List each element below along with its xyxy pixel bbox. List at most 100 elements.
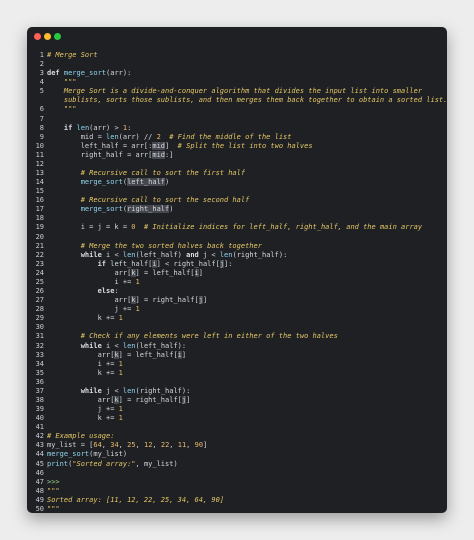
- keyword: else: [97, 287, 115, 296]
- index-highlight: left_half: [127, 178, 166, 187]
- code-line: 34 i += 1: [27, 360, 447, 369]
- keyword: while: [80, 341, 102, 350]
- code-line: 24 arr[k] = left_half[i]: [27, 268, 447, 278]
- line-number: 46: [35, 468, 44, 477]
- line-number: 26: [35, 287, 44, 296]
- code-text: , my_list): [135, 459, 178, 468]
- line-number: 24: [35, 268, 44, 277]
- code-line: sublists, sorts those sublists, and then…: [27, 96, 447, 105]
- line-number: 20: [35, 232, 44, 241]
- index-highlight: mid: [152, 141, 166, 150]
- code-text: ,: [186, 441, 195, 450]
- line-number: 14: [35, 178, 44, 187]
- code-line: 39 j += 1: [27, 405, 447, 414]
- code-text: ] = right_half[: [118, 395, 182, 404]
- function-name: merge_sort: [63, 69, 107, 78]
- code-editor[interactable]: 1 # Merge Sort 2 3 def merge_sort(arr): 4 …: [27, 51, 447, 513]
- line-number: 30: [35, 323, 44, 332]
- line-number: 42: [35, 432, 44, 441]
- number-literal: 1: [118, 368, 123, 377]
- code-line: 16 # Recursive call to sort the second h…: [27, 196, 447, 205]
- prompt-marker: >>>: [47, 477, 60, 486]
- code-line: 32 while i < len(left_half):: [27, 342, 447, 351]
- code-line: 1 # Merge Sort: [27, 51, 447, 60]
- code-line: 7: [27, 115, 447, 124]
- line-number: 50: [35, 504, 44, 513]
- code-text: j <: [101, 386, 123, 395]
- line-number: 9: [39, 132, 44, 141]
- line-number: 15: [35, 187, 44, 196]
- line-number: 39: [35, 405, 44, 414]
- builtin-function: len: [122, 341, 136, 350]
- line-number: 29: [35, 314, 44, 323]
- builtin-function: len: [122, 250, 136, 259]
- line-number: 17: [35, 205, 44, 214]
- maximize-window-button[interactable]: [54, 33, 61, 40]
- line-number: 22: [35, 250, 44, 259]
- keyword: def: [47, 69, 60, 78]
- docstring-text: sublists, sorts those sublists, and then…: [63, 96, 447, 105]
- index-highlight: mid: [152, 150, 166, 159]
- keyword: if: [63, 123, 73, 132]
- minimize-window-button[interactable]: [44, 33, 51, 40]
- number-literal: 64: [93, 441, 102, 450]
- code-line: 5 Merge Sort is a divide-and-conquer alg…: [27, 87, 447, 96]
- code-line: 38 arr[k] = right_half[j]: [27, 395, 447, 405]
- line-number: 10: [35, 141, 44, 150]
- line-number: 11: [35, 150, 44, 159]
- keyword: while: [80, 250, 102, 259]
- code-text: left_half[: [106, 259, 153, 268]
- code-text: arr: [93, 123, 107, 132]
- code-text: ): [169, 205, 174, 214]
- code-line: 31 # Check if any elements were left in …: [27, 332, 447, 341]
- code-text: right_half = arr[: [80, 150, 153, 159]
- code-line: 35 k += 1: [27, 369, 447, 378]
- code-line: 18: [27, 214, 447, 223]
- code-line: 43 my_list = [64, 34, 25, 12, 22, 11, 90]: [27, 441, 447, 450]
- line-number: 2: [39, 60, 44, 69]
- code-text: ] = right_half[: [135, 296, 199, 305]
- number-literal: 11: [177, 441, 187, 450]
- code-line: 15: [27, 187, 447, 196]
- code-line: 29 k += 1: [27, 314, 447, 323]
- builtin-function: print: [47, 459, 69, 468]
- code-text: (left_half):: [135, 341, 187, 350]
- code-text: k +=: [97, 414, 119, 423]
- line-number: 49: [35, 495, 44, 504]
- keyword: and: [186, 250, 199, 259]
- code-line: 19 i = j = k = 0 # Initialize indices fo…: [27, 223, 447, 232]
- keyword: if: [97, 259, 107, 268]
- line-number: 23: [35, 259, 44, 268]
- code-text: ,: [118, 441, 128, 450]
- code-text: :]: [165, 150, 174, 159]
- number-literal: 1: [135, 305, 140, 314]
- code-line: 42 # Example usage:: [27, 432, 447, 441]
- code-line: 46: [27, 469, 447, 478]
- code-line: 37 while j < len(right_half):: [27, 387, 447, 396]
- line-number: 28: [35, 305, 44, 314]
- code-line: 50 """: [27, 505, 447, 513]
- code-text: ]: [186, 395, 191, 404]
- code-line: 10 left_half = arr[:mid] # Split the lis…: [27, 141, 447, 151]
- code-line: 9 mid = len(arr) // 2 # Find the middle …: [27, 133, 447, 142]
- code-text: arr[: [114, 268, 132, 277]
- close-window-button[interactable]: [34, 33, 41, 40]
- line-number: 43: [35, 441, 44, 450]
- builtin-function: len: [106, 132, 119, 141]
- code-text: ) >: [106, 123, 123, 132]
- code-text: ] < right_half[: [156, 259, 220, 268]
- code-line: 23 if left_half[i] < right_half[j]:: [27, 259, 447, 269]
- code-text: ): [165, 178, 170, 187]
- index-highlight: right_half: [127, 205, 170, 214]
- comment: # Recursive call to sort the second half: [80, 196, 250, 205]
- code-line: 11 right_half = arr[mid:]: [27, 150, 447, 160]
- code-text: i = j = k =: [80, 223, 132, 232]
- code-line: 4 """: [27, 78, 447, 87]
- code-text: (my_list): [89, 450, 128, 459]
- number-literal: 1: [118, 405, 123, 414]
- line-number: 4: [39, 78, 44, 87]
- code-text: ] = left_half[: [135, 268, 195, 277]
- line-number: 16: [35, 196, 44, 205]
- comment: # Find the middle of the list: [160, 132, 292, 141]
- line-number: 45: [35, 459, 44, 468]
